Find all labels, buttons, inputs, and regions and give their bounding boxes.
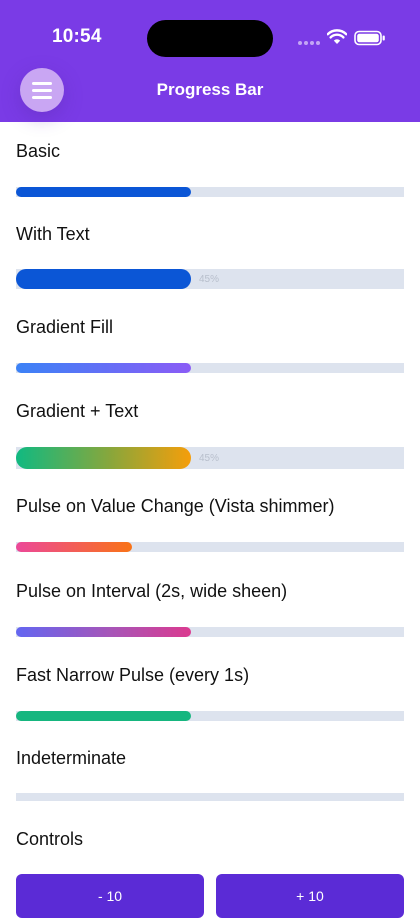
progress-track-with-text: 45% [16, 269, 404, 289]
progress-fill-with-text [16, 269, 191, 289]
status-time: 10:54 [52, 26, 102, 47]
section-label-indeterminate: Indeterminate [16, 748, 127, 768]
app-header: 10:54 Progress Bar [0, 0, 420, 122]
progress-track-gradient-fill [16, 363, 404, 373]
section-label-fast-pulse: Fast Narrow Pulse (every 1s) [16, 665, 250, 685]
cellular-signal-icon [298, 40, 322, 46]
progress-track-gradient-text: 45% [16, 447, 404, 469]
progress-fill-pulse-value-change [16, 542, 133, 552]
page-title: Progress Bar [156, 80, 264, 99]
section-label-pulse-value-change: Pulse on Value Change (Vista shimmer) [16, 496, 335, 516]
progress-track-fast-pulse [16, 711, 404, 721]
progress-track-basic [16, 187, 404, 197]
progress-text-gradient-text: 45% [199, 452, 220, 464]
section-label-with-text: With Text [16, 224, 90, 244]
section-label-gradient-fill: Gradient Fill [16, 317, 114, 337]
progress-fill-gradient-fill [16, 363, 191, 373]
progress-fill-basic [16, 187, 191, 197]
progress-track-pulse-interval [16, 627, 404, 637]
battery-icon [354, 30, 385, 46]
progress-fill-pulse-interval [16, 627, 191, 637]
dynamic-island [147, 20, 273, 57]
section-label-controls: Controls [16, 829, 84, 849]
wifi-icon [327, 29, 347, 44]
progress-track-pulse-value-change [16, 542, 404, 552]
section-label-basic: Basic [16, 141, 61, 161]
decrement-button[interactable]: - 10 [16, 874, 204, 918]
progress-text-with-text: 45% [199, 273, 220, 285]
progress-track-indeterminate [16, 793, 404, 801]
progress-fill-gradient-text [16, 447, 191, 469]
section-label-gradient-text: Gradient + Text [16, 401, 139, 421]
section-label-pulse-interval: Pulse on Interval (2s, wide sheen) [16, 581, 288, 601]
increment-button[interactable]: + 10 [216, 874, 404, 918]
progress-fill-fast-pulse [16, 711, 191, 721]
